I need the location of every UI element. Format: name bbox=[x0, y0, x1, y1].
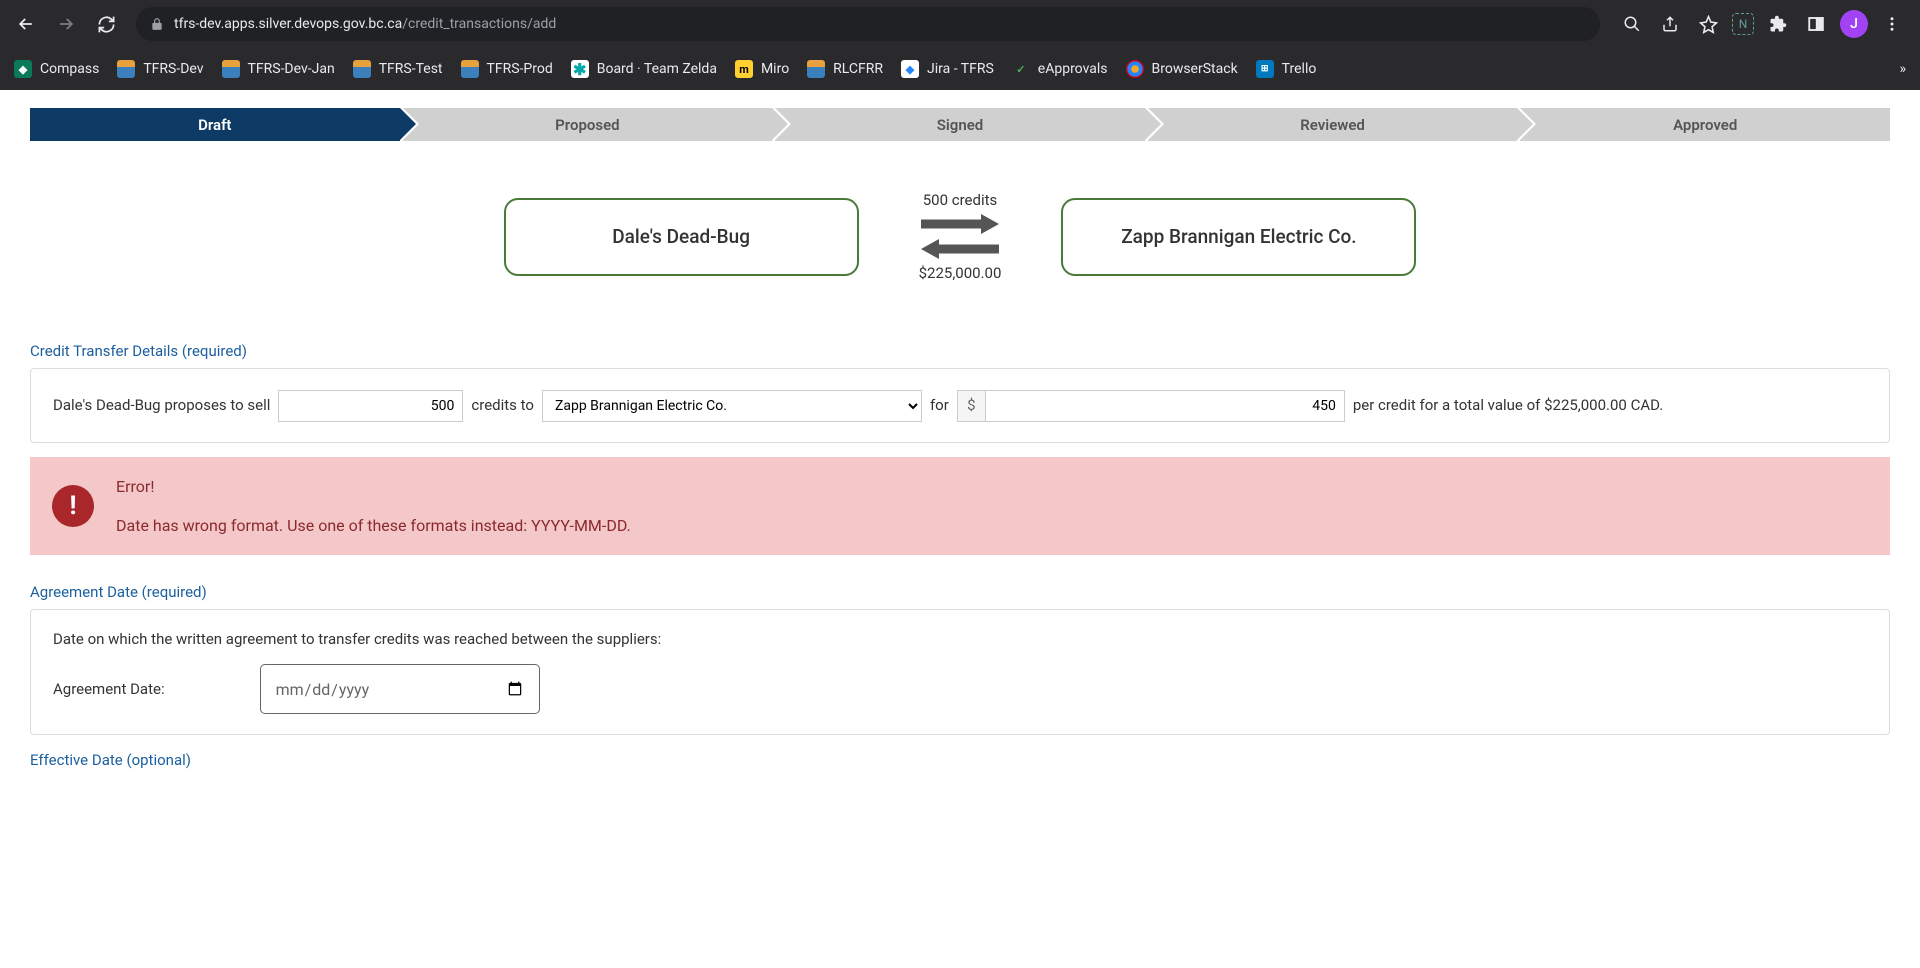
bookmarks-overflow[interactable]: » bbox=[1899, 61, 1906, 77]
buyer-select[interactable]: Zapp Brannigan Electric Co. bbox=[542, 390, 922, 422]
step-proposed: Proposed bbox=[403, 108, 773, 141]
agreement-date-input[interactable] bbox=[260, 664, 540, 714]
progress-stepper: Draft Proposed Signed Reviewed Approved bbox=[30, 108, 1890, 141]
error-icon: ! bbox=[52, 485, 94, 527]
page-scroll-area[interactable]: Draft Proposed Signed Reviewed Approved … bbox=[0, 90, 1920, 968]
details-panel: Dale's Dead-Bug proposes to sell credits… bbox=[30, 368, 1890, 443]
bookmark-jira[interactable]: ◆Jira - TFRS bbox=[901, 60, 994, 78]
bookmark-miro[interactable]: mMiro bbox=[735, 60, 789, 78]
share-icon[interactable] bbox=[1656, 10, 1684, 38]
details-trail-text: per credit for a total value of $225,000… bbox=[1353, 389, 1663, 422]
step-signed: Signed bbox=[775, 108, 1145, 141]
bookmark-tfrs-dev-jan[interactable]: TFRS-Dev-Jan bbox=[222, 60, 335, 78]
details-section-label: Credit Transfer Details (required) bbox=[30, 342, 1890, 360]
credits-quantity-input[interactable] bbox=[278, 390, 463, 422]
step-draft: Draft bbox=[30, 108, 400, 141]
step-reviewed: Reviewed bbox=[1148, 108, 1518, 141]
zoom-icon[interactable] bbox=[1618, 10, 1646, 38]
bookmarks-bar: ◆Compass TFRS-Dev TFRS-Dev-Jan TFRS-Test… bbox=[0, 48, 1920, 90]
forward-button[interactable] bbox=[48, 6, 84, 42]
step-approved: Approved bbox=[1520, 108, 1890, 141]
error-alert: ! Error! Date has wrong format. Use one … bbox=[30, 457, 1890, 555]
toolbar-right-icons: N J bbox=[1612, 10, 1912, 38]
bookmark-tfrs-test[interactable]: TFRS-Test bbox=[353, 60, 443, 78]
effective-section-label: Effective Date (optional) bbox=[30, 751, 1890, 769]
url-domain: tfrs-dev.apps.silver.devops.gov.bc.ca bbox=[174, 16, 402, 32]
address-bar[interactable]: tfrs-dev.apps.silver.devops.gov.bc.ca/cr… bbox=[136, 7, 1600, 41]
bookmark-tfrs-prod[interactable]: TFRS-Prod bbox=[461, 60, 553, 78]
bookmark-board[interactable]: ✱Board · Team Zelda bbox=[571, 60, 717, 78]
to-org-box: Zapp Brannigan Electric Co. bbox=[1061, 198, 1416, 276]
agreement-date-label: Agreement Date: bbox=[53, 680, 165, 698]
browser-toolbar: tfrs-dev.apps.silver.devops.gov.bc.ca/cr… bbox=[0, 0, 1920, 48]
reload-button[interactable] bbox=[88, 6, 124, 42]
extensions-puzzle-icon[interactable] bbox=[1764, 10, 1792, 38]
amount-label: $225,000.00 bbox=[919, 264, 1002, 282]
error-title: Error! bbox=[116, 477, 631, 496]
back-button[interactable] bbox=[8, 6, 44, 42]
agreement-section-label: Agreement Date (required) bbox=[30, 583, 1890, 601]
browser-chrome: tfrs-dev.apps.silver.devops.gov.bc.ca/cr… bbox=[0, 0, 1920, 90]
bookmark-eapprovals[interactable]: ✓eApprovals bbox=[1012, 60, 1108, 78]
details-lead-text: Dale's Dead-Bug proposes to sell bbox=[53, 389, 270, 422]
page-content: Draft Proposed Signed Reviewed Approved … bbox=[0, 90, 1920, 795]
transfer-arrows-icon bbox=[919, 213, 1001, 260]
bookmark-browserstack[interactable]: BrowserStack bbox=[1126, 60, 1238, 78]
price-per-credit-input[interactable] bbox=[985, 390, 1345, 422]
transfer-visualization: Dale's Dead-Bug 500 credits $225,000.00 … bbox=[30, 191, 1890, 282]
from-org-box: Dale's Dead-Bug bbox=[504, 198, 859, 276]
bookmark-compass[interactable]: ◆Compass bbox=[14, 60, 99, 78]
lock-icon bbox=[150, 17, 164, 31]
for-text: for bbox=[930, 389, 949, 422]
bookmark-trello[interactable]: ⊞Trello bbox=[1256, 60, 1317, 78]
agreement-description: Date on which the written agreement to t… bbox=[53, 630, 1867, 648]
profile-avatar[interactable]: J bbox=[1840, 10, 1868, 38]
bookmark-star-icon[interactable] bbox=[1694, 10, 1722, 38]
agreement-panel: Date on which the written agreement to t… bbox=[30, 609, 1890, 735]
bookmark-tfrs-dev[interactable]: TFRS-Dev bbox=[117, 60, 203, 78]
url-path: /credit_transactions/add bbox=[402, 16, 556, 32]
kebab-menu-icon[interactable] bbox=[1878, 10, 1906, 38]
error-message: Date has wrong format. Use one of these … bbox=[116, 516, 631, 535]
bookmark-rlcfrr[interactable]: RLCFRR bbox=[807, 60, 883, 78]
panel-icon[interactable] bbox=[1802, 10, 1830, 38]
extension-n-icon[interactable]: N bbox=[1732, 13, 1754, 35]
credits-label: 500 credits bbox=[923, 191, 998, 209]
credits-to-text: credits to bbox=[471, 389, 534, 422]
currency-prefix: $ bbox=[957, 390, 985, 422]
